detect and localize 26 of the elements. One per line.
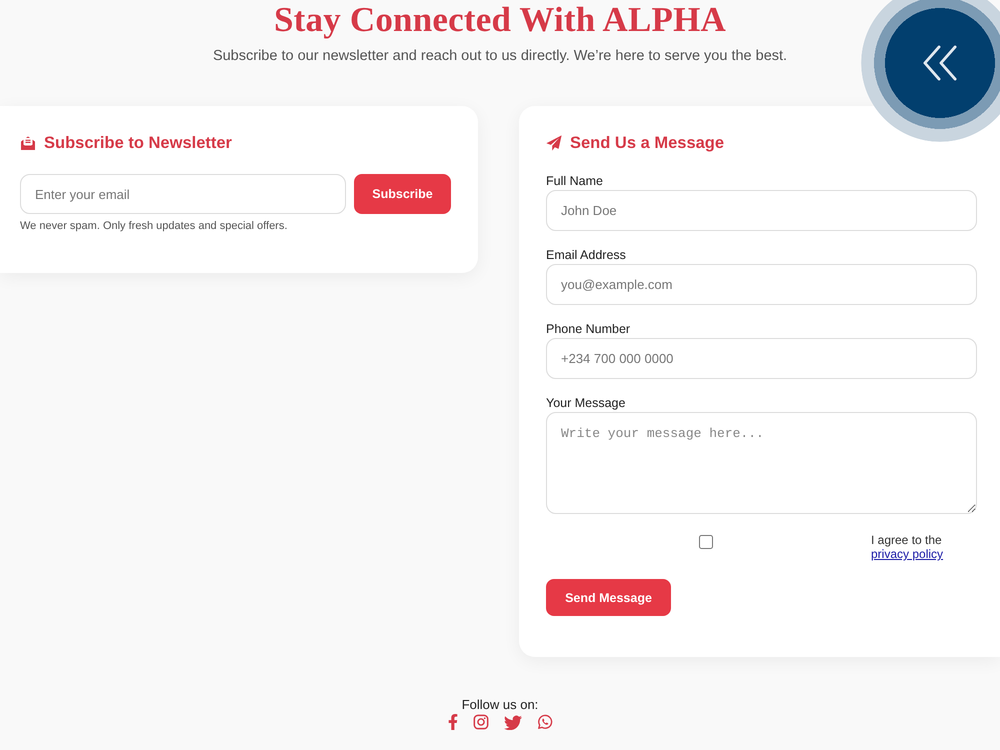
page-subtitle: Subscribe to our newsletter and reach out to us directly. We’re here to serve you the best.	[212, 47, 788, 65]
twitter-bird-icon[interactable]	[504, 714, 522, 730]
follow-label: Follow us on:	[462, 697, 538, 713]
paper-plane-icon	[546, 135, 562, 151]
field-label: Email Address	[546, 247, 627, 263]
agree-checkbox[interactable]	[698, 535, 712, 549]
newsletter-note: We never spam. Only fresh updates and special offers.	[20, 219, 288, 233]
text-field[interactable]: you@example.com	[546, 264, 977, 305]
facebook-icon[interactable]	[448, 714, 458, 730]
privacy-policy-link[interactable]: privacy policy	[871, 547, 944, 561]
double-chevron-left-icon	[923, 45, 957, 81]
field-label: Phone Number	[546, 321, 632, 337]
subscribe-button[interactable]: Subscribe	[354, 174, 451, 214]
text-field[interactable]: +234 700 000 0000	[546, 338, 977, 379]
text-field[interactable]: John Doe	[546, 190, 977, 231]
contact-heading: Send Us a Message	[570, 133, 724, 154]
whatsapp-icon[interactable]	[536, 714, 552, 730]
message-field[interactable]: Write your message here...	[546, 412, 977, 514]
field-label: Full Name	[546, 173, 604, 189]
newsletter-heading: Subscribe to Newsletter	[44, 133, 232, 154]
agreement-text: I agree to the privacy policy	[871, 533, 944, 561]
send-message-button[interactable]: Send Message	[546, 579, 671, 616]
email-field[interactable]: Enter your email	[20, 174, 346, 214]
field-label: Your Message	[546, 395, 626, 411]
page-title: Stay Connected With ALPHA	[274, 0, 726, 40]
instagram-icon[interactable]	[472, 714, 488, 730]
